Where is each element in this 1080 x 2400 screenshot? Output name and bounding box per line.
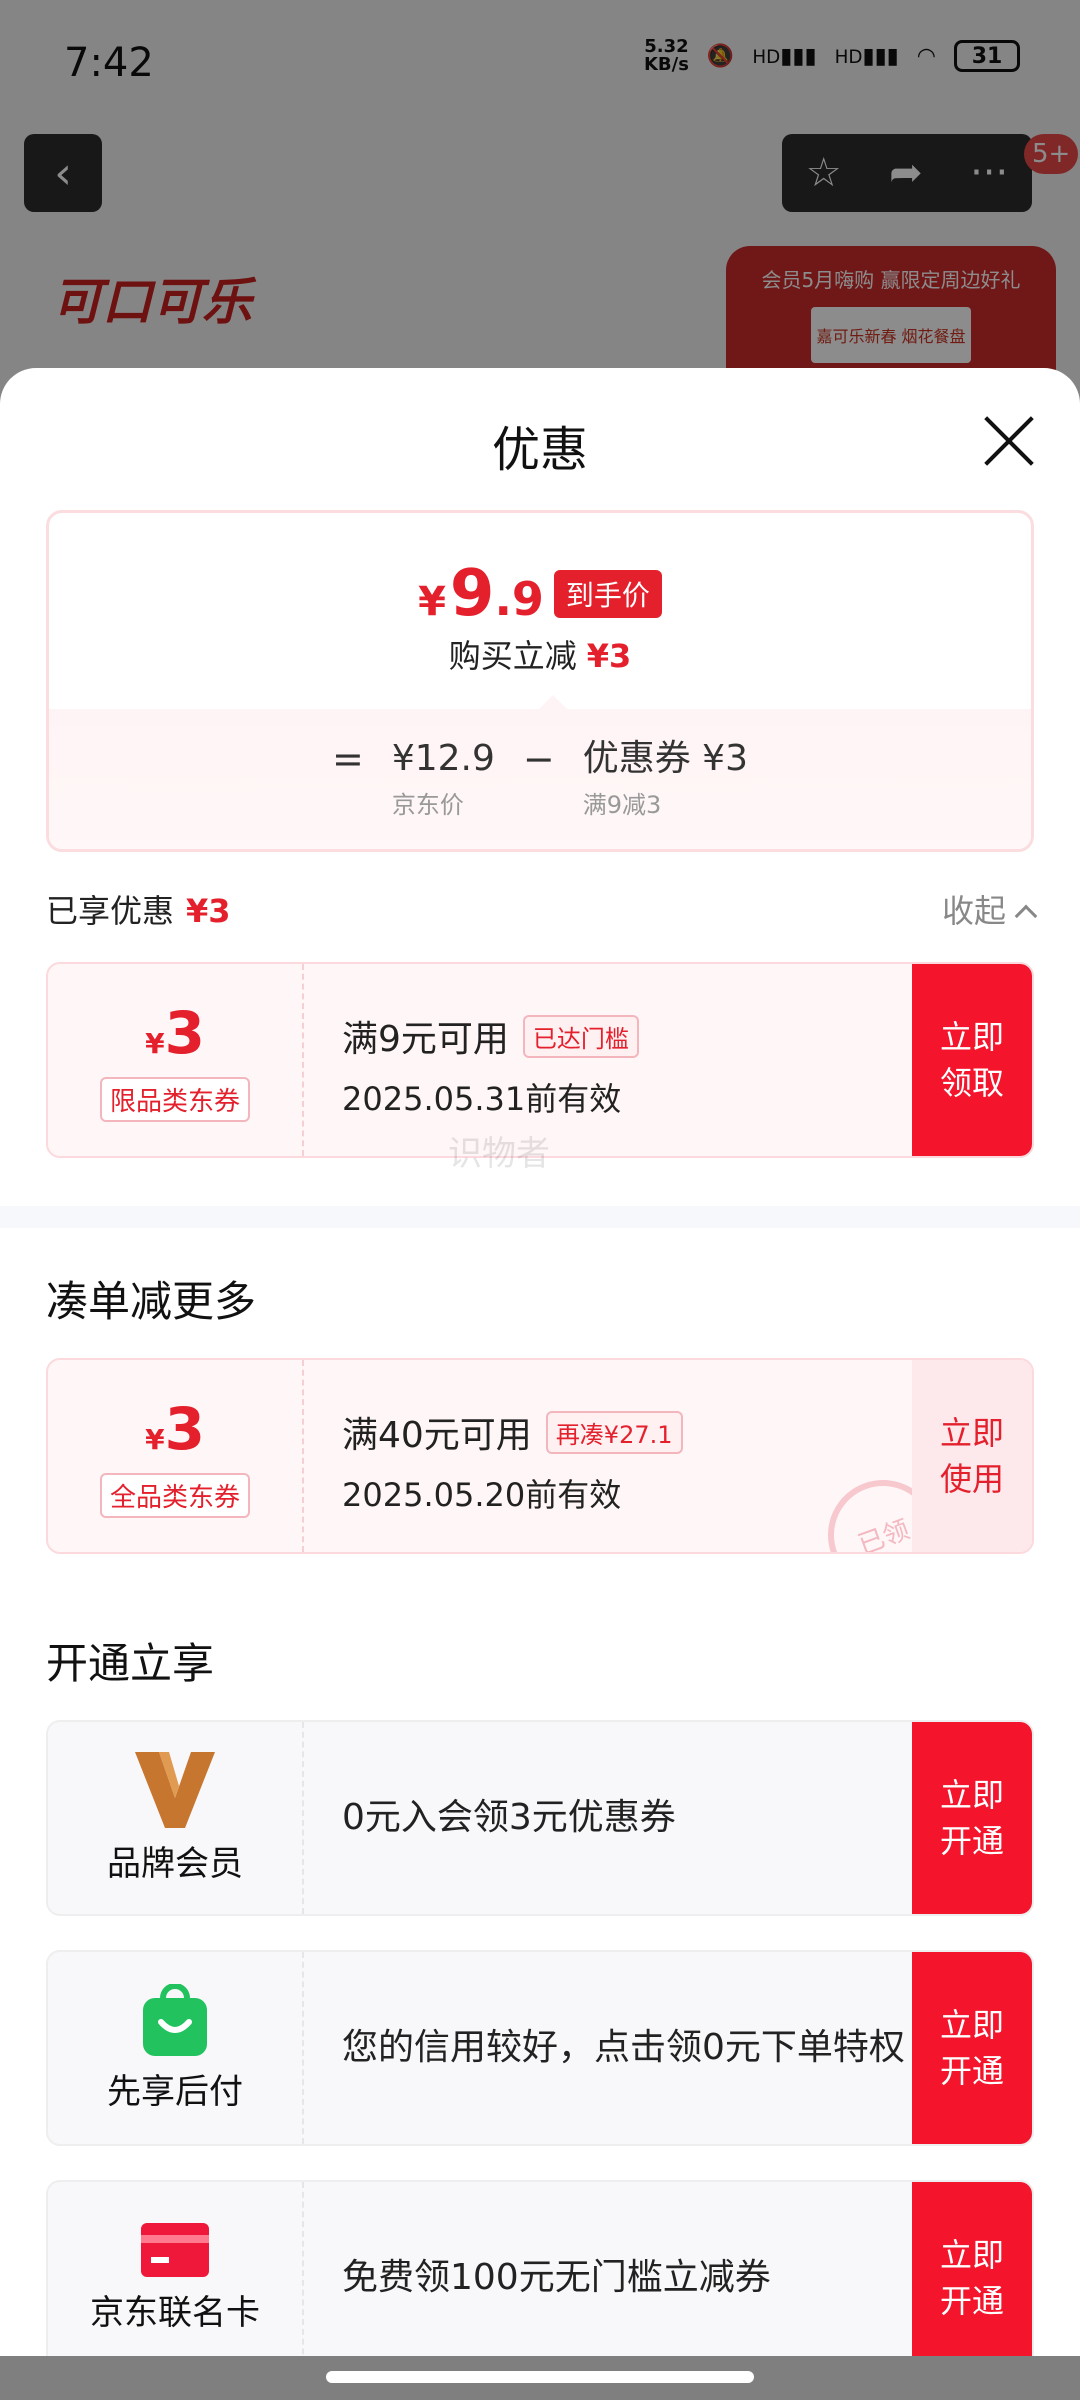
service-name: 品牌会员	[107, 1843, 243, 1884]
coupon-value: ¥ 3 全品类东券	[48, 1360, 304, 1552]
coupon-info: 满9元可用 已达门槛 2025.05.31前有效	[342, 1010, 639, 1120]
final-price: ¥ 9 .9 到手价	[49, 557, 1031, 631]
open-service-button[interactable]: 立即开通	[912, 1952, 1032, 2144]
credit-card-icon	[141, 2222, 209, 2277]
coupon-status-tag: 再凑¥27.1	[545, 1410, 683, 1454]
use-coupon-button[interactable]: 立即使用	[912, 1360, 1032, 1552]
section-divider	[0, 1206, 1080, 1228]
service-card-credit-card: 京东联名卡 免费领100元无门槛立减券 立即开通	[46, 2180, 1034, 2376]
coupon-condition: 满40元可用	[342, 1415, 532, 1456]
coupon-value: ¥ 3 限品类东券	[48, 964, 304, 1156]
coupon-condition: 满9元可用	[342, 1019, 509, 1060]
more-discount-title: 凑单减更多	[46, 1277, 257, 1326]
discount-sheet: 优惠 ¥ 9 .9 到手价 购买立减 ¥3 = ¥12.9 京东价 − 优惠券 ¥…	[0, 368, 1080, 2400]
coupon-deduction: 优惠券 ¥3 满9减3	[582, 738, 748, 819]
enjoyed-discount: 已享优惠 ¥3	[46, 892, 231, 930]
service-desc: 免费领100元无门槛立减券	[342, 2257, 771, 2298]
final-price-tag: 到手价	[553, 570, 662, 618]
close-icon[interactable]	[980, 412, 1038, 470]
jd-price: ¥12.9 京东价	[391, 738, 495, 819]
coupon-card: ¥ 3 全品类东券 满40元可用 再凑¥27.1 2025.05.20前有效 已…	[46, 1358, 1034, 1554]
service-card-brand-member: 品牌会员 0元入会领3元优惠券 立即开通	[46, 1720, 1034, 1916]
open-service-button[interactable]: 立即开通	[912, 2182, 1032, 2374]
open-service-button[interactable]: 立即开通	[912, 1722, 1032, 1914]
dim-overlay[interactable]	[0, 0, 1080, 420]
service-name: 京东联名卡	[90, 2292, 260, 2333]
shopping-bag-smile-icon	[143, 1983, 207, 2056]
collapse-button[interactable]: 收起	[942, 886, 1038, 932]
open-service-title: 开通立享	[46, 1639, 215, 1688]
claim-coupon-button[interactable]: 立即领取	[912, 964, 1032, 1156]
service-desc: 您的信用较好，点击领0元下单特权	[342, 2027, 905, 2068]
buy-reduce-line: 购买立减 ¥3	[448, 637, 632, 675]
service-card-pay-later: 先享后付 您的信用较好，点击领0元下单特权 立即开通	[46, 1950, 1034, 2146]
service-name: 先享后付	[107, 2071, 243, 2112]
coupon-expiry: 2025.05.31前有效	[342, 1080, 622, 1118]
coupon-type: 限品类东券	[99, 1076, 250, 1122]
coupon-type: 全品类东券	[99, 1472, 250, 1518]
brand-member-v-icon	[135, 1751, 215, 1828]
coupon-expiry: 2025.05.20前有效	[342, 1476, 622, 1514]
coupon-status-tag: 已达门槛	[522, 1014, 639, 1058]
price-formula: = ¥12.9 京东价 − 优惠券 ¥3 满9减3	[331, 737, 748, 819]
price-summary-card: ¥ 9 .9 到手价 购买立减 ¥3 = ¥12.9 京东价 − 优惠券 ¥3 满…	[46, 510, 1034, 852]
coupon-info: 满40元可用 再凑¥27.1 2025.05.20前有效	[342, 1406, 683, 1516]
home-gesture-handle[interactable]	[326, 2371, 754, 2383]
chevron-up-icon	[1014, 904, 1038, 928]
watermark: 识物者	[448, 1134, 550, 1174]
service-desc: 0元入会领3元优惠券	[342, 1797, 676, 1838]
sheet-title: 优惠	[491, 422, 588, 478]
